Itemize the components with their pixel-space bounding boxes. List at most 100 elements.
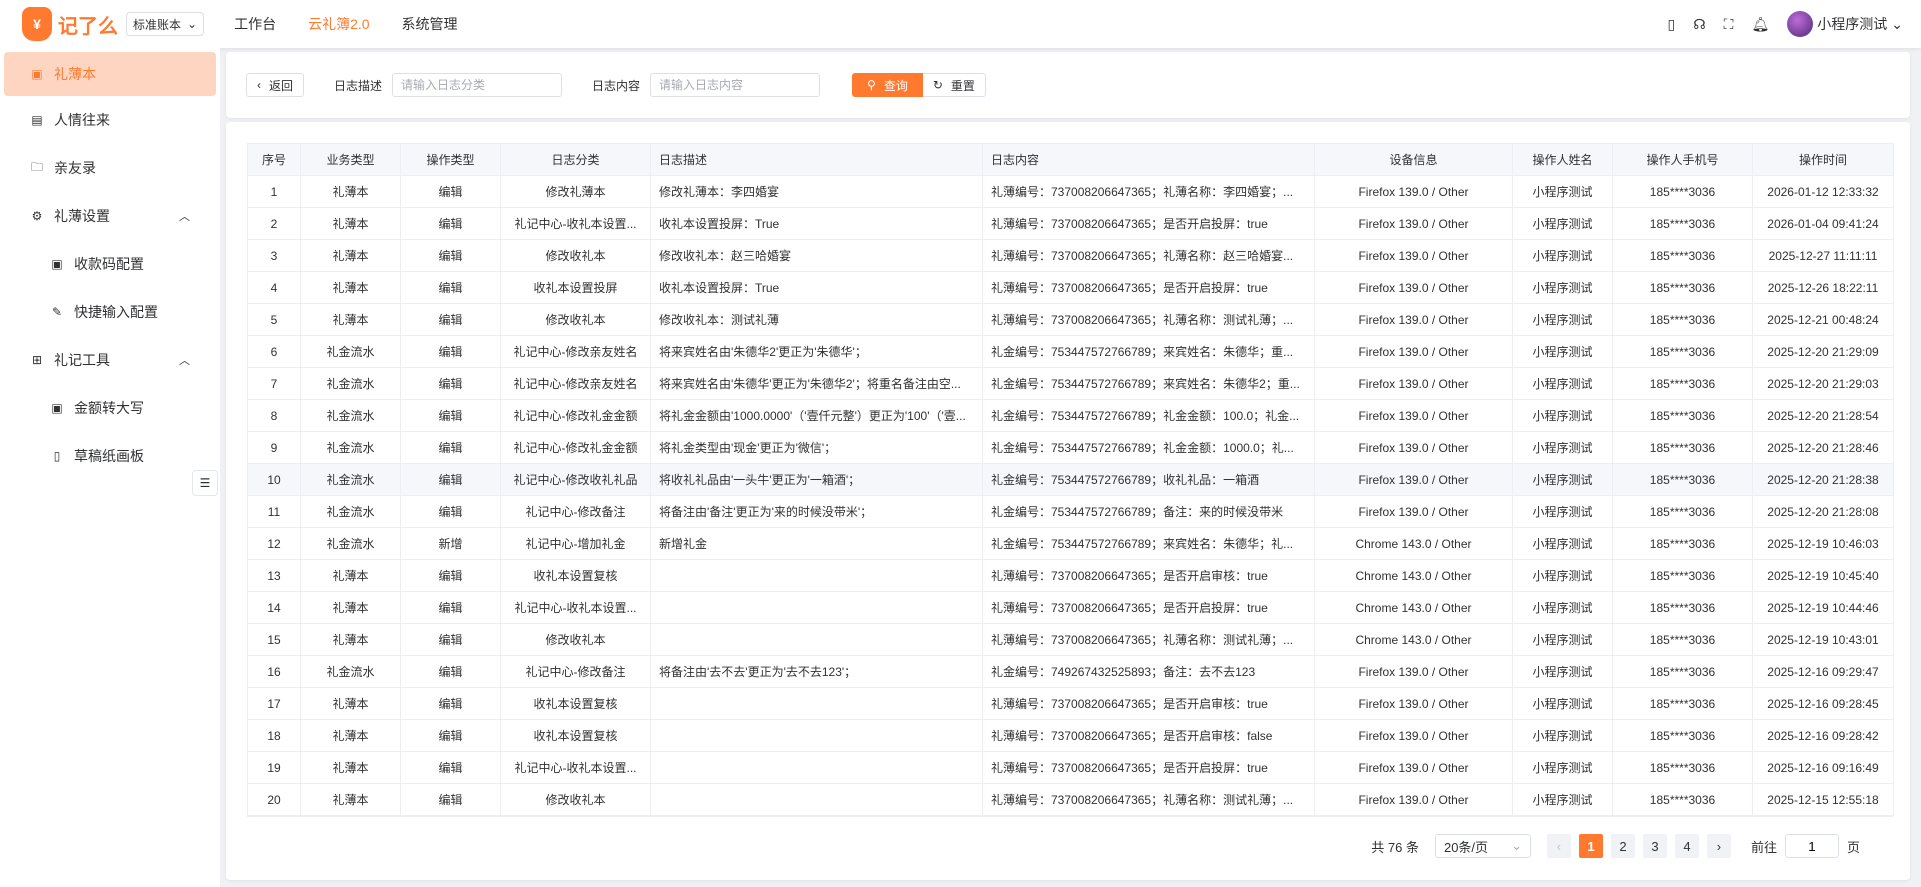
nav-system-management[interactable]: 系统管理 bbox=[402, 14, 458, 34]
table-row[interactable]: 9 礼金流水 编辑 礼记中心-修改礼金金额 将礼金类型由'现金'更正为'微信'； 礼金编号… bbox=[247, 431, 1894, 464]
sidebar-item[interactable]: ▣ 金额转大写 bbox=[0, 384, 220, 432]
column-header[interactable]: 设备信息 bbox=[1314, 143, 1513, 176]
page-suffix: 页 bbox=[1846, 839, 1860, 855]
prev-page-button[interactable]: ‹ bbox=[1546, 834, 1571, 858]
table-cell: 19 bbox=[247, 751, 301, 784]
bell-icon[interactable]: 🔔︎ bbox=[1751, 16, 1769, 33]
table-cell: 2025-12-16 09:29:47 bbox=[1752, 655, 1894, 688]
nav-workbench[interactable]: 工作台 bbox=[234, 14, 276, 34]
table-cell: 礼金编号：753447572766789；礼金金额：100.0；礼金... bbox=[982, 399, 1315, 432]
table-row[interactable]: 19 礼薄本 编辑 礼记中心-收礼本设置... 礼薄编号：737008206647365… bbox=[247, 751, 1894, 784]
fullscreen-icon[interactable]: ⛶ bbox=[1724, 16, 1734, 33]
table-cell: 礼金流水 bbox=[300, 463, 401, 496]
column-header[interactable]: 操作时间 bbox=[1752, 143, 1894, 176]
page-2[interactable]: 2 bbox=[1610, 834, 1635, 858]
table-row[interactable]: 10 礼金流水 编辑 礼记中心-修改收礼礼品 将收礼礼品由'一头牛'更正为'一箱酒'；礼… bbox=[247, 463, 1894, 496]
table-row[interactable]: 8 礼金流水 编辑 礼记中心-修改礼金金额 将礼金金额由'1000.0000'（'壹仟元… bbox=[247, 399, 1894, 432]
collapse-sidebar-button[interactable]: ☰ bbox=[192, 470, 218, 496]
page-3[interactable]: 3 bbox=[1642, 834, 1667, 858]
column-header[interactable]: 操作人手机号 bbox=[1612, 143, 1753, 176]
column-header[interactable]: 业务类型 bbox=[300, 143, 401, 176]
total-count: 共 76 条 bbox=[1371, 839, 1419, 855]
table-cell: 185****3036 bbox=[1612, 175, 1753, 208]
sidebar-item[interactable]: ✎ 快捷输入配置 bbox=[0, 288, 220, 336]
chevron-down-icon: ⌄ bbox=[187, 17, 198, 31]
column-header[interactable]: 操作类型 bbox=[400, 143, 501, 176]
column-header[interactable]: 日志分类 bbox=[500, 143, 651, 176]
sidebar-item[interactable]: ▣ 礼薄本 bbox=[4, 52, 216, 96]
table-cell: 编辑 bbox=[400, 335, 501, 368]
table-cell: 11 bbox=[247, 495, 301, 528]
table-cell: 编辑 bbox=[400, 303, 501, 336]
table-row[interactable]: 14 礼薄本 编辑 礼记中心-收礼本设置... 礼薄编号：737008206647365… bbox=[247, 591, 1894, 624]
table-row[interactable]: 16 礼金流水 编辑 礼记中心-修改备注 将备注由'去不去'更正为'去不去123'； 礼金… bbox=[247, 655, 1894, 688]
sidebar-item[interactable]: ⊞ 礼记工具 ︿ bbox=[0, 336, 220, 384]
account-select-value: 标准账本 bbox=[133, 17, 182, 32]
page-size-select[interactable]: 20条/页 ⌄ bbox=[1434, 834, 1531, 858]
user-menu[interactable]: 小程序测试 ⌄ bbox=[1787, 11, 1903, 37]
table-cell: 185****3036 bbox=[1612, 303, 1753, 336]
next-page-button[interactable]: › bbox=[1706, 834, 1731, 858]
table-row[interactable]: 12 礼金流水 新增 礼记中心-增加礼金 新增礼金 礼金编号：75344757276678… bbox=[247, 527, 1894, 560]
goto-page-input[interactable] bbox=[1784, 834, 1839, 858]
logo[interactable]: ¥ 记了么 bbox=[22, 7, 118, 41]
user-name: 小程序测试 bbox=[1817, 16, 1888, 32]
sidebar-item[interactable]: ⚙ 礼薄设置 ︿ bbox=[0, 192, 220, 240]
table-cell: Firefox 139.0 / Other bbox=[1314, 751, 1513, 784]
table-cell: Firefox 139.0 / Other bbox=[1314, 431, 1513, 464]
sidebar-item[interactable]: 🗀︎ 亲友录 bbox=[0, 144, 220, 192]
column-header[interactable]: 序号 bbox=[247, 143, 301, 176]
table-row[interactable]: 4 礼薄本 编辑 收礼本设置投屏 收礼本设置投屏：True 礼薄编号：7370082066… bbox=[247, 271, 1894, 304]
column-header[interactable]: 日志内容 bbox=[982, 143, 1315, 176]
table-cell: 礼薄本 bbox=[300, 687, 401, 720]
sidebar-item[interactable]: ▯ 草稿纸画板 bbox=[0, 432, 220, 480]
reset-button[interactable]: ↻ 重置 bbox=[922, 73, 986, 97]
table-cell: 编辑 bbox=[400, 591, 501, 624]
sidebar-item[interactable]: ▤ 人情往来 bbox=[0, 96, 220, 144]
log-desc-input[interactable] bbox=[392, 73, 563, 97]
table-cell: 17 bbox=[247, 687, 301, 720]
back-button[interactable]: ‹ 返回 bbox=[246, 73, 305, 97]
table-row[interactable]: 17 礼薄本 编辑 收礼本设置复核 礼薄编号：737008206647365；是否开启审… bbox=[247, 687, 1894, 720]
table-cell: 编辑 bbox=[400, 207, 501, 240]
table-cell: 礼薄本 bbox=[300, 591, 401, 624]
table-cell: 2025-12-20 21:28:46 bbox=[1752, 431, 1894, 464]
table-row[interactable]: 1 礼薄本 编辑 修改礼薄本 修改礼薄本：李四婚宴 礼薄编号：73700820664736… bbox=[247, 175, 1894, 208]
page-1[interactable]: 1 bbox=[1578, 834, 1603, 858]
page-4[interactable]: 4 bbox=[1674, 834, 1699, 858]
table-row[interactable]: 20 礼薄本 编辑 修改收礼本 礼薄编号：737008206647365；礼薄名称：测试… bbox=[247, 783, 1894, 816]
table-cell: 礼薄编号：737008206647365；礼薄名称：测试礼薄；... bbox=[982, 783, 1315, 816]
sidebar-item[interactable]: ▣ 收款码配置 bbox=[0, 240, 220, 288]
table-row[interactable]: 7 礼金流水 编辑 礼记中心-修改亲友姓名 将来宾姓名由'朱德华'更正为'朱德华2'；将… bbox=[247, 367, 1894, 400]
table-cell: 礼金流水 bbox=[300, 527, 401, 560]
content-label: 日志内容 bbox=[592, 78, 641, 93]
column-header[interactable]: 操作人姓名 bbox=[1512, 143, 1613, 176]
query-button[interactable]: ⚲ 查询 bbox=[852, 73, 923, 97]
table-cell: 礼薄本 bbox=[300, 303, 401, 336]
table-row[interactable]: 18 礼薄本 编辑 收礼本设置复核 礼薄编号：737008206647365；是否开启审… bbox=[247, 719, 1894, 752]
table-row[interactable]: 3 礼薄本 编辑 修改收礼本 修改收礼本：赵三哈婚宴 礼薄编号：7370082066473… bbox=[247, 239, 1894, 272]
folder-icon: 🗀︎ bbox=[30, 159, 43, 174]
table-cell: 小程序测试 bbox=[1512, 303, 1613, 336]
sidebar-item-label: 礼薄本 bbox=[54, 66, 96, 82]
column-header[interactable]: 日志描述 bbox=[650, 143, 983, 176]
menu-fold-icon: ☰ bbox=[199, 476, 211, 490]
log-content-input[interactable] bbox=[650, 73, 821, 97]
table-row[interactable]: 2 礼薄本 编辑 礼记中心-收礼本设置... 收礼本设置投屏：True 礼薄编号：7370… bbox=[247, 207, 1894, 240]
table-cell: 小程序测试 bbox=[1512, 655, 1613, 688]
account-select[interactable]: 标准账本 ⌄ bbox=[126, 12, 205, 36]
table-cell: 礼记中心-收礼本设置... bbox=[500, 207, 651, 240]
table-cell bbox=[650, 751, 983, 784]
mobile-icon[interactable]: ▯ bbox=[1668, 16, 1676, 33]
table-cell: 4 bbox=[247, 271, 301, 304]
table-row[interactable]: 6 礼金流水 编辑 礼记中心-修改亲友姓名 将来宾姓名由'朱德华2'更正为'朱德华'；礼… bbox=[247, 335, 1894, 368]
table-row[interactable]: 5 礼薄本 编辑 修改收礼本 修改收礼本：测试礼薄 礼薄编号：73700820664736… bbox=[247, 303, 1894, 336]
nav-cloud-gift-book[interactable]: 云礼簿2.0 bbox=[308, 14, 369, 34]
headset-icon[interactable]: ☊ bbox=[1693, 16, 1705, 33]
table-row[interactable]: 13 礼薄本 编辑 收礼本设置复核 礼薄编号：737008206647365；是否开启审… bbox=[247, 559, 1894, 592]
table-cell: 185****3036 bbox=[1612, 399, 1753, 432]
table-row[interactable]: 11 礼金流水 编辑 礼记中心-修改备注 将备注由'备注'更正为'来的时候没带米'； 礼金… bbox=[247, 495, 1894, 528]
table-cell: 3 bbox=[247, 239, 301, 272]
table-row[interactable]: 15 礼薄本 编辑 修改收礼本 礼薄编号：737008206647365；礼薄名称：测试… bbox=[247, 623, 1894, 656]
chevron-up-icon: ︿ bbox=[179, 355, 190, 367]
